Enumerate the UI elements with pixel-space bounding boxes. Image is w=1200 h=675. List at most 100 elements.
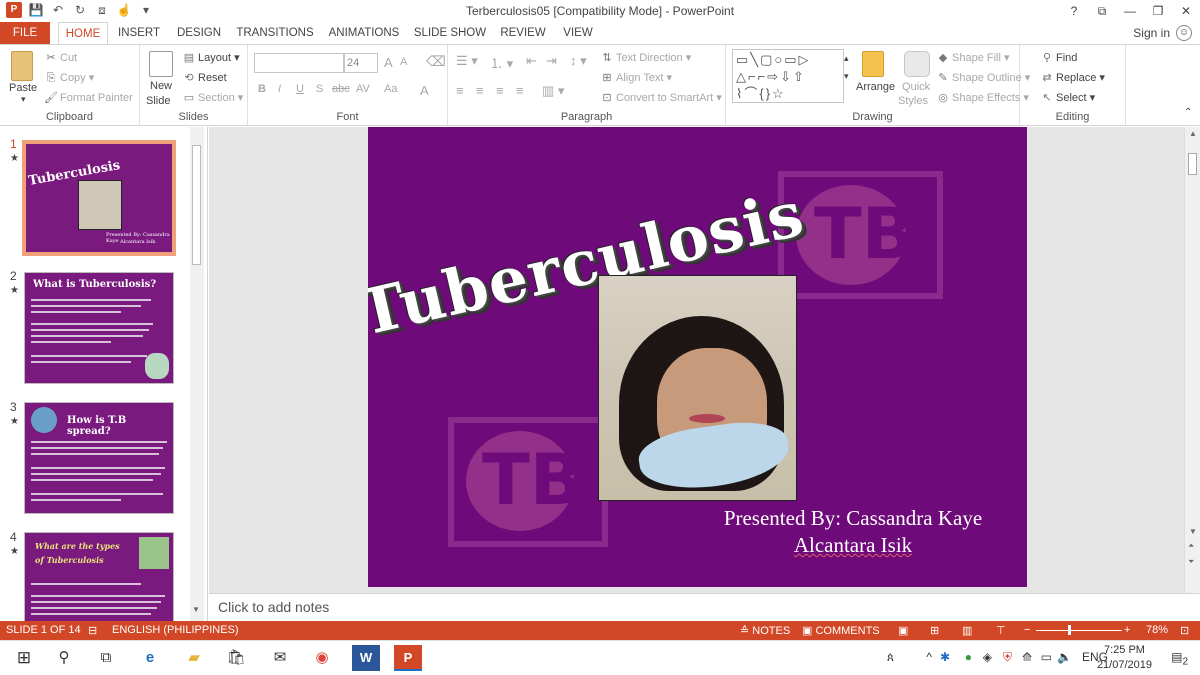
justify-icon[interactable]: ≡ <box>516 83 524 98</box>
task-view-icon[interactable]: ⧉ <box>92 645 120 671</box>
powerpoint-taskbar-icon[interactable]: P <box>394 645 422 671</box>
cut-button[interactable]: ✂ Cut <box>44 51 77 64</box>
italic-button[interactable]: I <box>278 83 281 95</box>
minimize-icon[interactable]: — <box>1116 0 1144 22</box>
thumbnail-scrollbar[interactable]: ▼ <box>190 127 204 621</box>
presenter-photo[interactable] <box>598 275 797 501</box>
reset-button[interactable]: ⟲ Reset <box>182 71 226 84</box>
security-icon[interactable]: ● <box>965 650 972 664</box>
tab-review[interactable]: REVIEW <box>496 22 550 44</box>
align-center-icon[interactable]: ≡ <box>476 83 484 98</box>
tab-transitions[interactable]: TRANSITIONS <box>234 22 316 44</box>
tab-view[interactable]: VIEW <box>557 22 599 44</box>
scroll-down-icon[interactable]: ▼ <box>192 605 200 614</box>
layout-button[interactable]: ▤ Layout ▾ <box>182 51 240 64</box>
increase-indent-icon[interactable]: ⇥ <box>546 53 557 69</box>
bold-button[interactable]: B <box>258 83 266 95</box>
new-slide-label-1[interactable]: New <box>150 80 172 92</box>
slide-thumbnail-3[interactable]: How is T.B spread? <box>24 402 174 514</box>
bullets-icon[interactable]: ☰ ▾ <box>456 53 478 69</box>
tab-slide-show[interactable]: SLIDE SHOW <box>412 22 488 44</box>
new-slide-label-2[interactable]: Slide <box>146 95 170 107</box>
zoom-level[interactable]: 78% <box>1146 624 1168 636</box>
shapes-gallery[interactable]: ▭╲▢○▭▷ △⌐⌐⇨⇩⇧ ⌇⌒{}☆ <box>732 49 844 103</box>
antivirus-icon[interactable]: ⛨ <box>1003 650 1012 665</box>
char-spacing-button[interactable]: AV <box>356 83 370 95</box>
fit-to-window-icon[interactable]: ⊡ <box>1180 624 1189 637</box>
editor-scrollbar[interactable]: ▲ ▼ ⏶ ⏷ <box>1184 127 1200 593</box>
search-icon[interactable]: ⚲ <box>50 645 78 671</box>
arrange-icon[interactable] <box>862 51 884 77</box>
shapes-gallery-scroll-icon[interactable]: ▴ ▾ <box>844 49 849 85</box>
strikethrough-button[interactable]: abc <box>332 83 350 95</box>
tab-insert[interactable]: INSERT <box>113 22 165 44</box>
slide-sorter-view-icon[interactable]: ⊞ <box>930 624 939 637</box>
notification-center-icon[interactable]: ▤2 <box>1171 650 1188 667</box>
notes-toggle-button[interactable]: ≙ NOTES <box>740 624 790 637</box>
arrange-button[interactable]: Arrange <box>856 81 895 93</box>
align-left-icon[interactable]: ≡ <box>456 83 464 98</box>
slide-show-view-icon[interactable]: ⊤ <box>996 624 1006 637</box>
clear-format-icon[interactable]: ⌫ <box>426 53 446 70</box>
select-button[interactable]: ↖ Select ▾ <box>1040 91 1095 104</box>
quick-styles-icon[interactable] <box>904 51 930 77</box>
tab-design[interactable]: DESIGN <box>172 22 226 44</box>
font-name-box[interactable] <box>254 53 344 73</box>
grow-font-button[interactable]: A <box>384 55 393 70</box>
notes-pane[interactable]: Click to add notes <box>209 593 1200 620</box>
line-spacing-icon[interactable]: ↕ ▾ <box>570 53 587 69</box>
show-hidden-icons[interactable]: ^ <box>926 650 932 664</box>
ribbon-display-icon[interactable]: ⧉ <box>1088 0 1116 22</box>
font-color-button[interactable]: A <box>420 83 429 98</box>
text-direction-button[interactable]: ⇅ Text Direction ▾ <box>600 51 691 64</box>
decrease-indent-icon[interactable]: ⇤ <box>526 53 537 69</box>
normal-view-icon[interactable]: ▣ <box>898 624 908 637</box>
feedback-smiley-icon[interactable]: ☺ <box>1176 25 1192 41</box>
editor-scroll-thumb[interactable] <box>1188 153 1197 175</box>
help-icon[interactable]: ? <box>1060 0 1088 22</box>
mail-icon[interactable]: ✉ <box>266 645 294 671</box>
slide-thumbnail-2[interactable]: What is Tuberculosis? <box>24 272 174 384</box>
network-icon[interactable]: ⟰ <box>1022 650 1032 664</box>
presenter-textbox[interactable]: Presented By: Cassandra Kaye Alcantara I… <box>698 505 1008 559</box>
tab-home[interactable]: HOME <box>58 22 108 45</box>
find-button[interactable]: ⚲ Find <box>1040 51 1077 64</box>
edge-browser-icon[interactable]: e <box>136 645 164 671</box>
align-right-icon[interactable]: ≡ <box>496 83 504 98</box>
format-painter-button[interactable]: 🖌 Format Painter <box>44 91 133 104</box>
shape-effects-button[interactable]: ◎ Shape Effects ▾ <box>936 91 1029 104</box>
align-text-button[interactable]: ⊞ Align Text ▾ <box>600 71 672 84</box>
font-size-box[interactable]: 24 <box>344 53 378 73</box>
slide-thumbnail-1[interactable]: Tuberculosis Presented By: Cassandra Kay… <box>22 140 176 256</box>
scroll-up-icon[interactable]: ▲ <box>1189 129 1197 138</box>
bluetooth-icon[interactable]: ✱ <box>940 650 950 664</box>
shrink-font-button[interactable]: A <box>400 56 407 68</box>
numbering-icon[interactable]: ⒈ ▾ <box>490 53 513 72</box>
shape-outline-button[interactable]: ✎ Shape Outline ▾ <box>936 71 1030 84</box>
tab-file[interactable]: FILE <box>0 22 50 44</box>
paste-icon[interactable] <box>11 51 33 81</box>
word-icon[interactable]: W <box>352 645 380 671</box>
replace-button[interactable]: ⇄ Replace ▾ <box>1040 71 1105 84</box>
change-case-button[interactable]: Aa <box>384 83 397 95</box>
new-slide-icon[interactable] <box>149 51 173 77</box>
reading-view-icon[interactable]: ▥ <box>962 624 972 637</box>
columns-icon[interactable]: ▥ ▾ <box>542 83 564 99</box>
system-clock[interactable]: 7:25 PM 21/07/2019 <box>1097 643 1152 673</box>
zoom-slider-thumb[interactable] <box>1068 625 1071 635</box>
paste-dropdown-icon[interactable]: ▾ <box>21 94 26 105</box>
comments-toggle-button[interactable]: ▣ COMMENTS <box>802 624 880 637</box>
store-icon[interactable]: 🛍 <box>222 645 250 671</box>
people-icon[interactable]: ጰ <box>887 650 894 665</box>
spell-check-icon[interactable]: ⊟ <box>88 624 97 637</box>
scroll-down-icon[interactable]: ▼ <box>1189 527 1197 536</box>
restore-icon[interactable]: ❐ <box>1144 0 1172 22</box>
next-slide-icon[interactable]: ⏷ <box>1188 557 1194 567</box>
convert-smartart-button[interactable]: ⊡ Convert to SmartArt ▾ <box>600 91 721 104</box>
chrome-icon[interactable]: ◉ <box>308 645 336 671</box>
windows-start-icon[interactable]: ⊞ <box>10 645 38 671</box>
paste-button[interactable]: Paste <box>9 82 37 94</box>
collapse-ribbon-icon[interactable]: ⌃ <box>1184 107 1192 118</box>
shape-fill-button[interactable]: ◆ Shape Fill ▾ <box>936 51 1010 64</box>
file-explorer-icon[interactable]: ▰ <box>180 645 208 671</box>
